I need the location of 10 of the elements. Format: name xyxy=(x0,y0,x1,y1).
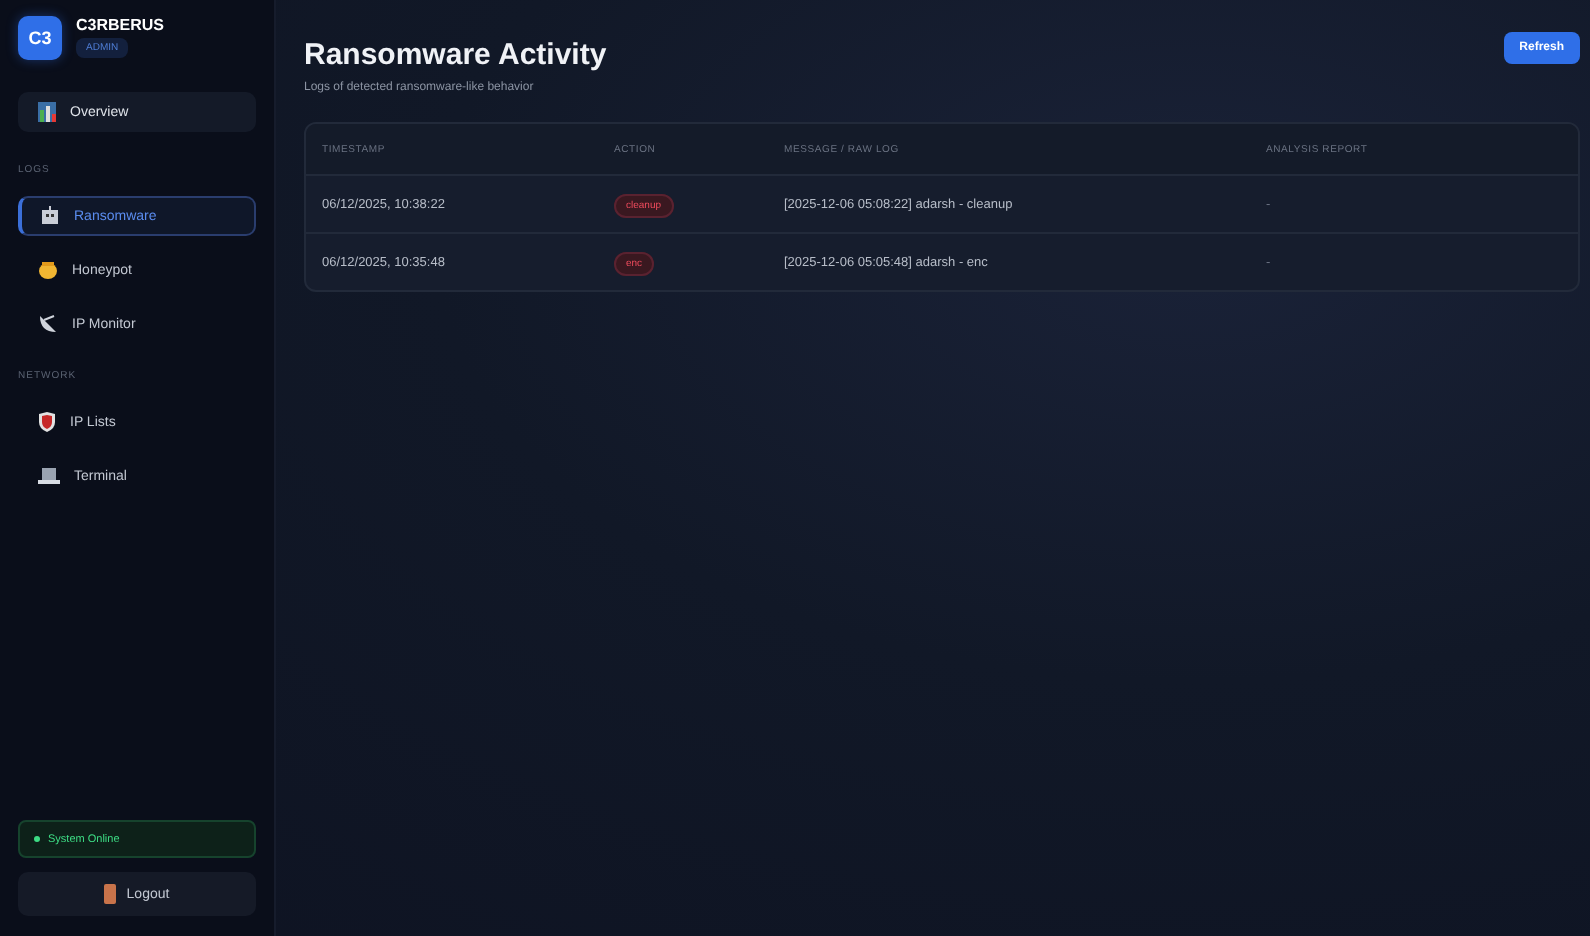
satellite-dish-icon xyxy=(38,314,58,334)
honey-pot-icon xyxy=(38,260,58,280)
chart-icon xyxy=(38,102,56,122)
shield-icon xyxy=(38,412,56,432)
page-title: Ransomware Activity xyxy=(304,38,607,72)
brand-name: C3RBERUS xyxy=(76,16,165,34)
door-icon xyxy=(104,884,117,904)
robot-icon xyxy=(40,206,60,226)
laptop-icon xyxy=(38,466,60,486)
logo: C3 xyxy=(18,16,62,60)
